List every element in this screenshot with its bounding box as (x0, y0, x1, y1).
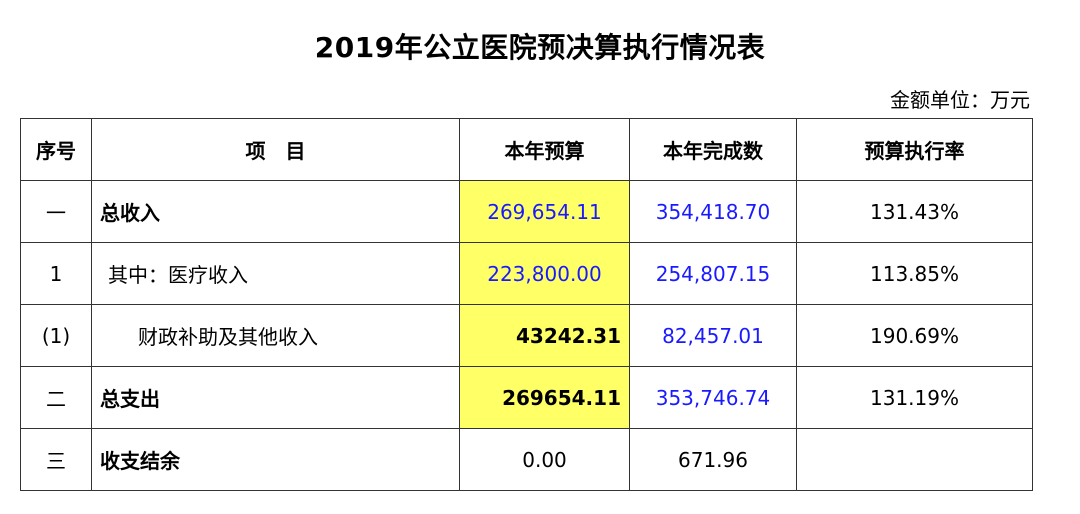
row-rate: 113.85% (796, 242, 1033, 305)
unit-label: 金额单位：万元 (890, 88, 1030, 112)
header-budget: 本年预算 (459, 118, 630, 181)
row-rate: 190.69% (796, 304, 1033, 367)
table-header-row: 序号 项 目 本年预算 本年完成数 预算执行率 (20, 118, 1033, 181)
budget-table: 序号 项 目 本年预算 本年完成数 预算执行率 一 总收入 269,654.11… (20, 118, 1033, 491)
row-seq: 三 (20, 428, 92, 491)
row-seq: 一 (20, 180, 92, 243)
row-seq: 二 (20, 366, 92, 429)
header-rate: 预算执行率 (796, 118, 1033, 181)
row-done: 354,418.70 (629, 180, 797, 243)
row-budget: 0.00 (459, 428, 630, 491)
row-item: 财政补助及其他收入 (91, 304, 460, 367)
row-rate (796, 428, 1033, 491)
header-done: 本年完成数 (629, 118, 797, 181)
row-item: 总支出 (91, 366, 460, 429)
row-done: 254,807.15 (629, 242, 797, 305)
row-done: 353,746.74 (629, 366, 797, 429)
header-seq: 序号 (20, 118, 92, 181)
row-done: 671.96 (629, 428, 797, 491)
page-title: 2019年公立医院预决算执行情况表 (314, 31, 766, 64)
row-budget: 269,654.11 (459, 180, 630, 243)
row-budget: 269654.11 (459, 366, 630, 429)
table-row: 三 收支结余 0.00 671.96 (20, 428, 1033, 491)
row-budget: 223,800.00 (459, 242, 630, 305)
table-row: 二 总支出 269654.11 353,746.74 131.19% (20, 366, 1033, 429)
row-done: 82,457.01 (629, 304, 797, 367)
table-row: 1 其中：医疗收入 223,800.00 254,807.15 113.85% (20, 242, 1033, 305)
row-item: 总收入 (91, 180, 460, 243)
row-seq: (1) (20, 304, 92, 367)
row-rate: 131.43% (796, 180, 1033, 243)
header-item: 项 目 (91, 118, 460, 181)
row-budget: 43242.31 (459, 304, 630, 367)
row-item: 收支结余 (91, 428, 460, 491)
table-row: (1) 财政补助及其他收入 43242.31 82,457.01 190.69% (20, 304, 1033, 367)
row-item: 其中：医疗收入 (91, 242, 460, 305)
row-rate: 131.19% (796, 366, 1033, 429)
row-seq: 1 (20, 242, 92, 305)
table-row: 一 总收入 269,654.11 354,418.70 131.43% (20, 180, 1033, 243)
